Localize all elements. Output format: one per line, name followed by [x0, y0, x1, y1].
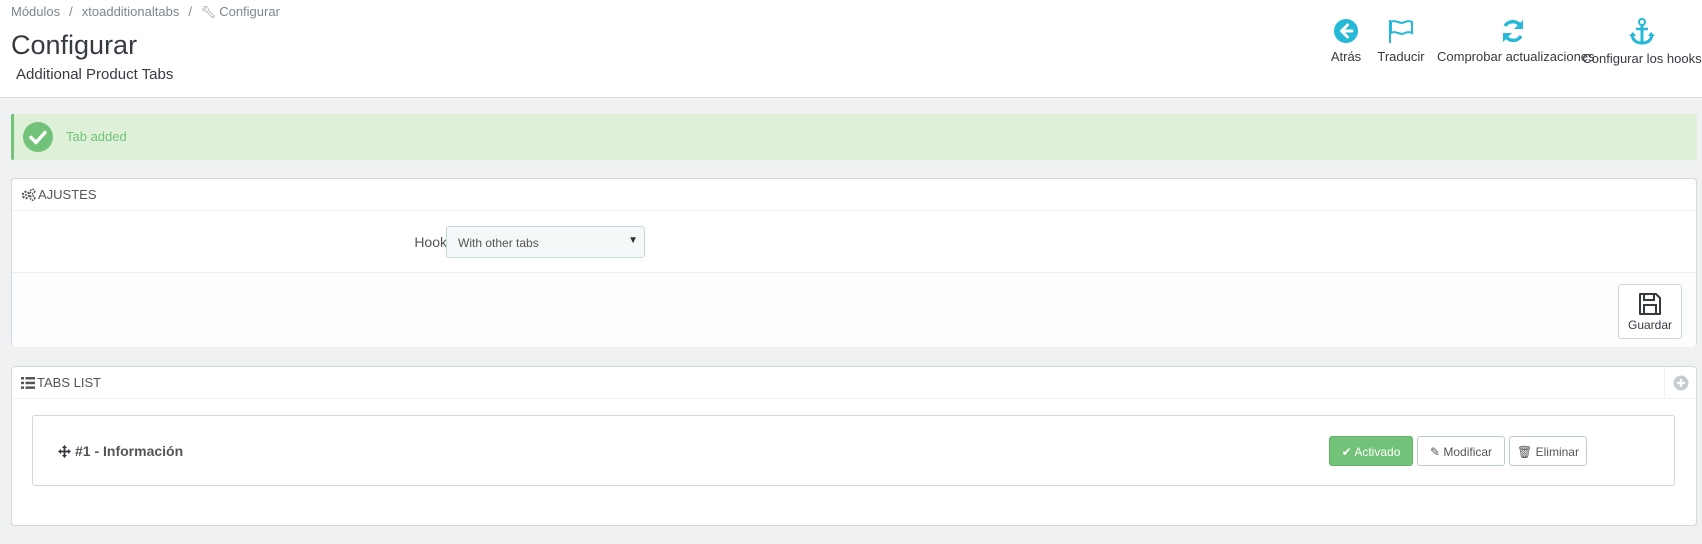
hook-form-row: Hook With other tabs ▼ — [12, 211, 1696, 273]
hook-select[interactable]: With other tabs ▼ — [446, 226, 645, 258]
settings-panel-footer: Guardar — [12, 273, 1696, 347]
edit-label: Modificar — [1443, 445, 1493, 459]
tab-list-item[interactable]: #1 - Información ✔ Activado ✎ Modificar … — [32, 415, 1675, 486]
list-icon — [21, 377, 35, 389]
translate-label: Traducir — [1377, 49, 1425, 64]
success-alert: Tab added — [11, 114, 1697, 160]
flag-icon — [1389, 20, 1413, 43]
hook-select-value: With other tabs — [458, 236, 539, 250]
back-label: Atrás — [1330, 49, 1362, 64]
back-button[interactable]: Atrás — [1326, 18, 1366, 78]
tab-name: #1 - Información — [75, 443, 184, 459]
caret-down-icon: ▼ — [628, 235, 638, 246]
configure-hooks-button[interactable]: Configurar los hooks — [1582, 18, 1702, 78]
settings-panel: AJUSTES Hook With other tabs ▼ Guardar — [11, 178, 1697, 347]
alert-message: Tab added — [66, 129, 127, 144]
cogs-icon — [21, 188, 36, 201]
delete-label: Eliminar — [1535, 445, 1579, 459]
refresh-icon — [1503, 19, 1523, 43]
tabs-list-panel: TABS LIST #1 - Información ✔ Activado ✎ … — [11, 366, 1697, 526]
delete-button[interactable]: 🗑︎ Eliminar — [1509, 436, 1587, 466]
page-subtitle: Additional Product Tabs — [16, 66, 174, 83]
anchor-icon — [1629, 18, 1655, 45]
floppy-disk-icon — [1639, 293, 1661, 315]
tabs-list-heading-text: TABS LIST — [37, 375, 102, 390]
check-icon: ✔ — [1341, 445, 1352, 459]
hook-label: Hook — [414, 234, 447, 250]
breadcrumb-separator: / — [69, 4, 73, 19]
check-updates-button[interactable]: Comprobar actualizaciones — [1437, 18, 1595, 78]
edit-button[interactable]: ✎ Modificar — [1417, 436, 1505, 466]
toggle-status-button[interactable]: ✔ Activado — [1329, 436, 1413, 466]
page-header: Módulos / xtoadditionaltabs / 🔧︎ Configurar C… — [0, 0, 1702, 98]
translate-button[interactable]: Traducir — [1376, 18, 1426, 78]
breadcrumb-modules[interactable]: Módulos — [11, 4, 60, 19]
check-circle-icon — [23, 122, 53, 152]
breadcrumb-current: Configurar — [219, 4, 280, 19]
tabs-list-panel-heading: TABS LIST — [12, 367, 1696, 399]
breadcrumb: Módulos / xtoadditionaltabs / 🔧︎ Configurar — [11, 4, 280, 19]
check-updates-label: Comprobar actualizaciones — [1437, 49, 1595, 64]
configure-hooks-label: Configurar los hooks — [1582, 51, 1702, 66]
save-button[interactable]: Guardar — [1618, 284, 1682, 339]
add-tab-button[interactable] — [1664, 367, 1696, 399]
page-title: Configurar — [11, 30, 138, 60]
status-label: Activado — [1354, 445, 1401, 459]
settings-panel-heading: AJUSTES — [12, 179, 1696, 211]
breadcrumb-separator: / — [188, 4, 192, 19]
wrench-icon: 🔧︎ — [200, 5, 217, 19]
edit-icon: ✎ — [1429, 445, 1441, 459]
save-label: Guardar — [1627, 318, 1673, 332]
plus-circle-icon — [1673, 375, 1689, 391]
settings-heading-text: AJUSTES — [38, 187, 97, 202]
move-arrows-icon[interactable] — [58, 445, 71, 458]
breadcrumb-module-name[interactable]: xtoadditionaltabs — [82, 4, 180, 19]
trash-icon: 🗑︎ — [1517, 445, 1533, 459]
arrow-circle-left-icon — [1334, 19, 1358, 43]
